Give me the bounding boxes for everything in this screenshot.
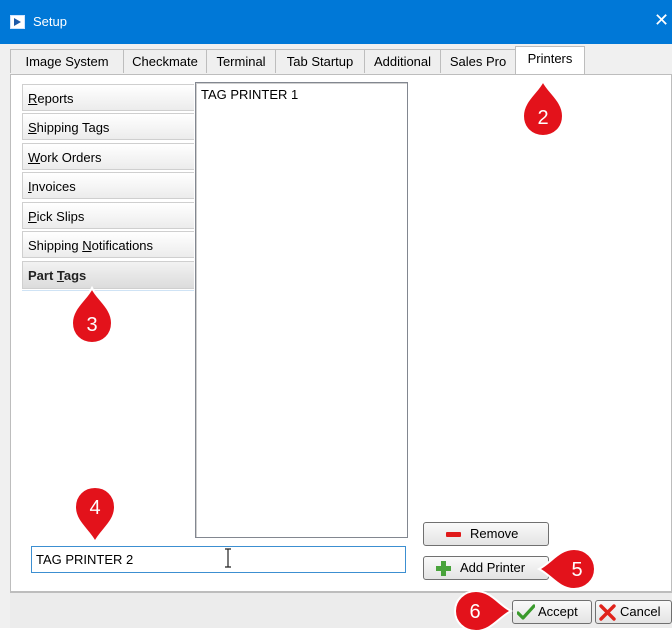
category-label: ork Orders (40, 150, 102, 165)
tab-checkmate[interactable]: Checkmate (123, 49, 207, 73)
callout-number: 5 (571, 559, 582, 581)
plus-icon (436, 561, 451, 576)
tab-terminal[interactable]: Terminal (206, 49, 276, 73)
callout-marker-4: 4 (73, 485, 117, 544)
tab-tab-startup[interactable]: Tab Startup (275, 49, 365, 73)
category-label: nvoices (31, 179, 76, 194)
cancel-button-label: Cancel (620, 604, 661, 619)
category-label: ick Slips (36, 209, 85, 224)
add-printer-button[interactable]: Add Printer (423, 556, 549, 580)
category-label: hipping Tags (36, 120, 110, 135)
callout-number: 3 (86, 314, 97, 336)
category-work-orders[interactable]: Work Orders (22, 143, 194, 170)
category-reports[interactable]: Reports (22, 84, 194, 111)
new-printer-input[interactable]: TAG PRINTER 2 (31, 546, 406, 573)
category-mnemonic: T (56, 268, 64, 283)
category-label: otifications (91, 238, 154, 253)
category-mnemonic: R (28, 91, 38, 106)
tab-additional[interactable]: Additional (364, 49, 441, 73)
category-label: eports (37, 91, 74, 106)
checkmark-icon (517, 604, 535, 620)
callout-marker-6: 6 (453, 589, 513, 633)
remove-button[interactable]: Remove (423, 522, 549, 546)
category-shipping-notifications[interactable]: Shipping Notifications (22, 231, 194, 258)
add-printer-button-label: Add Printer (460, 560, 526, 575)
category-mnemonic: W (28, 150, 41, 165)
category-mnemonic: N (82, 238, 92, 253)
text-cursor-icon (225, 548, 231, 568)
callout-number: 2 (537, 107, 548, 129)
tab-sales-pro[interactable]: Sales Pro (440, 49, 516, 73)
callout-marker-3: 3 (70, 286, 114, 345)
category-mnemonic: P (28, 209, 37, 224)
category-pick-slips[interactable]: Pick Slips (22, 202, 194, 229)
list-item[interactable]: TAG PRINTER 1 (196, 83, 407, 102)
category-invoices[interactable]: Invoices (22, 172, 194, 199)
tab-image-system[interactable]: Image System (10, 49, 124, 73)
remove-button-label: Remove (470, 526, 519, 541)
category-shipping-tags[interactable]: Shipping Tags (22, 113, 194, 140)
category-label: ags (63, 268, 87, 283)
accept-button-label: Accept (538, 604, 578, 619)
tab-printers[interactable]: Printers (515, 46, 585, 74)
category-label: Part (28, 268, 57, 283)
app-setup-icon (10, 15, 25, 29)
window-title: Setup (33, 14, 67, 29)
title-bar: Setup ✕ (0, 0, 672, 44)
close-icon[interactable]: ✕ (654, 10, 669, 30)
callout-marker-5: 5 (537, 547, 597, 591)
category-label: Shipping (28, 238, 83, 253)
callout-number: 6 (469, 601, 480, 623)
cancel-button[interactable]: Cancel (595, 600, 672, 624)
accept-button[interactable]: Accept (512, 600, 592, 624)
printer-listbox[interactable]: TAG PRINTER 1 (195, 82, 408, 538)
minus-icon (446, 532, 461, 537)
category-part-tags[interactable]: Part Tags (22, 261, 194, 289)
cancel-x-icon (599, 604, 616, 621)
callout-number: 4 (89, 497, 100, 519)
category-mnemonic: S (28, 120, 37, 135)
callout-marker-2: 2 (521, 79, 565, 138)
